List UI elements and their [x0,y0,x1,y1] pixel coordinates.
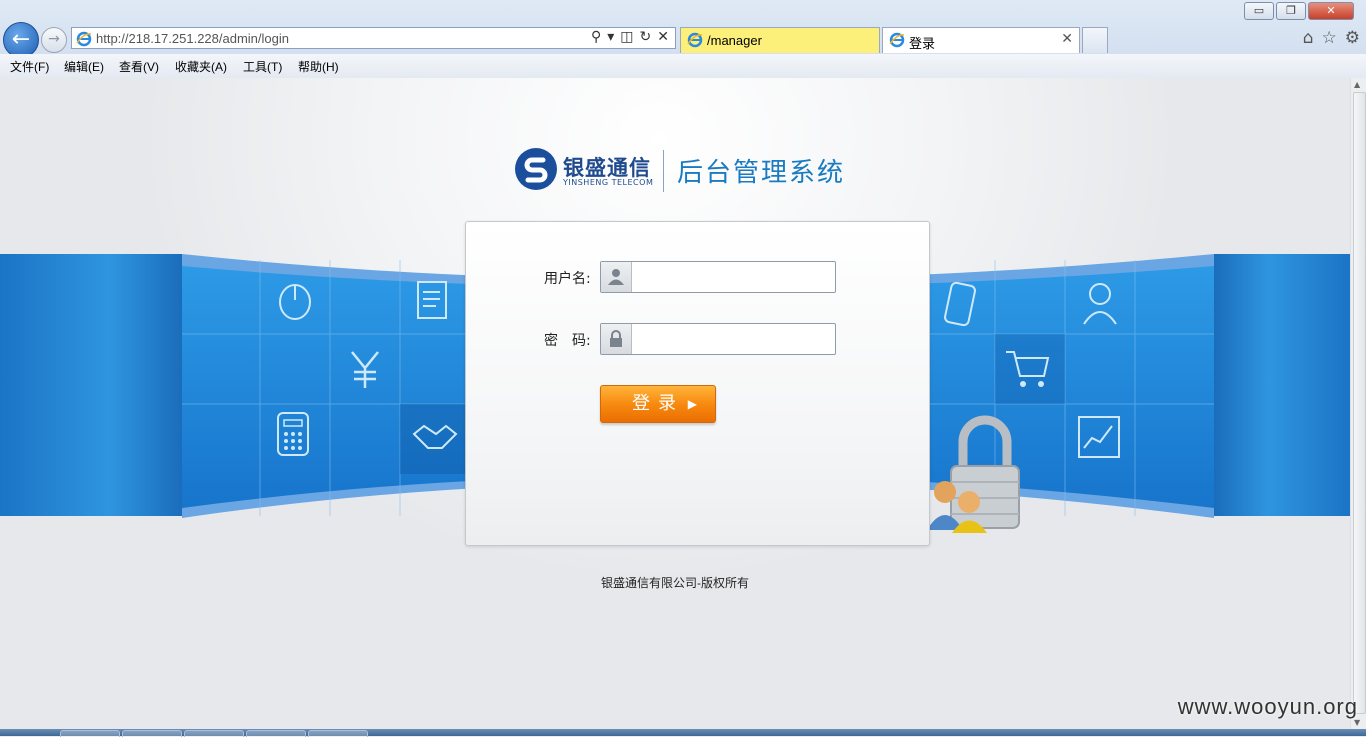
address-bar[interactable]: http://218.17.251.228/admin/login ⚲ ▾ ◫ … [71,27,676,49]
yen-icon [351,351,379,388]
ie-icon [76,31,92,47]
refresh-icon[interactable]: ↻ [640,29,652,45]
password-input[interactable] [632,324,832,354]
lock-icon [601,324,632,354]
forward-button[interactable]: → [41,27,67,53]
browser-chrome: ▭ ❐ ✕ ← → http://218.17.251.228/admin/lo… [0,0,1366,79]
page-viewport: 银盛通信 YINSHENG TELECOM 后台管理系统 用户名: 密 码: 登… [0,78,1350,729]
username-input[interactable] [632,262,832,292]
menu-view[interactable]: 查看(V) [119,58,159,75]
menu-help[interactable]: 帮助(H) [298,58,339,75]
calculator-icon [277,412,309,456]
menu-bar: 文件(F) 编辑(E) 查看(V) 收藏夹(A) 工具(T) 帮助(H) [0,54,1366,79]
stop-icon[interactable]: ✕ [657,29,669,45]
compat-view-icon[interactable]: ◫ [620,29,633,45]
login-button-label: 登录 [632,393,684,414]
search-icon[interactable]: ⚲ [591,29,601,45]
gear-icon[interactable]: ⚙ [1345,28,1360,48]
menu-favorites[interactable]: 收藏夹(A) [175,58,227,75]
favorites-star-icon[interactable]: ☆ [1322,28,1337,48]
chart-icon [1078,416,1120,458]
mobile-icon [944,281,976,327]
copyright-text: 银盛通信有限公司-版权所有 [601,576,749,590]
home-icon[interactable]: ⌂ [1303,28,1314,48]
page-title: 后台管理系统 [677,158,846,188]
menu-file[interactable]: 文件(F) [10,58,49,75]
vertical-scrollbar[interactable]: ▲ ▼ [1350,78,1366,729]
watermark-text: www.wooyun.org [1177,694,1358,719]
header-divider [663,150,664,192]
yinsheng-logo-icon [515,148,557,190]
band-left-panel [0,254,182,516]
scrollbar-thumb[interactable] [1353,92,1366,714]
username-field[interactable] [600,261,836,293]
ie-icon [687,32,703,48]
dropdown-icon[interactable]: ▾ [607,29,614,45]
login-panel: 用户名: 密 码: 登录 ▶ [465,221,930,546]
user-icon [601,262,632,292]
login-button[interactable]: 登录 ▶ [600,385,716,423]
close-window-button[interactable]: ✕ [1308,2,1354,20]
window-controls: ▭ ❐ ✕ [1244,2,1354,20]
username-label: 用户名: [544,271,591,287]
password-label: 密 码: [544,333,591,349]
person-icon [1083,283,1117,325]
scroll-up-icon[interactable]: ▲ [1354,80,1360,89]
address-tools: ⚲ ▾ ◫ ↻ ✕ [591,29,669,45]
url-text[interactable]: http://218.17.251.228/admin/login [96,31,289,46]
mouse-icon [279,284,311,320]
band-right-panel [1214,254,1350,516]
tab-label: 登录 [909,36,936,51]
padlock-users-icon [927,415,1020,533]
menu-tools[interactable]: 工具(T) [243,58,282,75]
menu-edit[interactable]: 编辑(E) [64,58,104,75]
tab-manager[interactable]: /manager [680,27,880,53]
taskbar [0,729,1366,737]
back-button[interactable]: ← [3,22,39,58]
password-field[interactable] [600,323,836,355]
close-tab-icon[interactable]: ✕ [1061,31,1073,47]
browser-right-icons: ⌂ ☆ ⚙ [1303,28,1360,48]
cart-icon [1006,351,1050,387]
tab-login[interactable]: 登录 ✕ [882,27,1080,53]
new-tab-button[interactable] [1082,27,1108,53]
handshake-icon [412,424,458,449]
minimize-button[interactable]: ▭ [1244,2,1274,20]
restore-button[interactable]: ❐ [1276,2,1306,20]
document-icon [417,281,447,319]
tab-label: /manager [707,33,762,48]
ie-icon [889,32,905,48]
brand-name-en: YINSHENG TELECOM [563,178,654,187]
arrow-right-icon: ▶ [687,397,697,411]
